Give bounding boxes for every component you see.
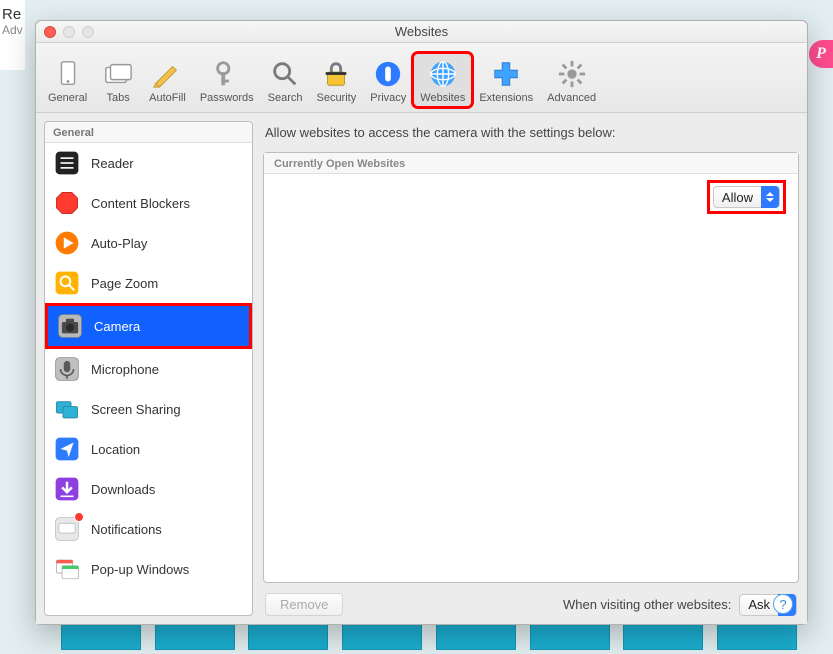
sidebar-item-notifications[interactable]: Notifications bbox=[45, 509, 252, 549]
toolbar-label: Passwords bbox=[200, 92, 254, 104]
location-icon bbox=[53, 435, 81, 463]
sidebar-item-label: Reader bbox=[91, 156, 134, 171]
sidebar-item-popup[interactable]: Pop-up Windows bbox=[45, 549, 252, 589]
toolbar-label: Security bbox=[316, 92, 356, 104]
advanced-icon bbox=[556, 58, 588, 90]
sidebar-item-downloads[interactable]: Downloads bbox=[45, 469, 252, 509]
toolbar-label: Advanced bbox=[547, 92, 596, 104]
toolbar-label: Search bbox=[268, 92, 303, 104]
sidebar-item-label: Screen Sharing bbox=[91, 402, 181, 417]
sidebar-item-label: Content Blockers bbox=[91, 196, 190, 211]
sidebar-item-label: Downloads bbox=[91, 482, 155, 497]
footer-label: When visiting other websites: bbox=[563, 597, 731, 612]
website-row-select-value: Allow bbox=[714, 190, 761, 205]
toolbar-label: Tabs bbox=[107, 92, 130, 104]
privacy-icon bbox=[372, 58, 404, 90]
notifications-icon bbox=[53, 515, 81, 543]
sidebar-item-reader[interactable]: Reader bbox=[45, 143, 252, 183]
sidebar-item-label: Pop-up Windows bbox=[91, 562, 189, 577]
bg-text-2: Adv bbox=[2, 23, 23, 37]
sidebar-item-screen-sharing[interactable]: Screen Sharing bbox=[45, 389, 252, 429]
sidebar-header: General bbox=[45, 122, 252, 143]
row-select-highlight: Allow bbox=[707, 180, 786, 214]
website-row-select[interactable]: Allow bbox=[713, 186, 780, 208]
reader-icon bbox=[53, 149, 81, 177]
sidebar-item-content-blockers[interactable]: Content Blockers bbox=[45, 183, 252, 223]
toolbar-label: Extensions bbox=[479, 92, 533, 104]
tabs-icon bbox=[102, 58, 134, 90]
toolbar-label: Websites bbox=[420, 92, 465, 104]
toolbar-general[interactable]: General bbox=[42, 54, 93, 106]
extensions-icon bbox=[490, 58, 522, 90]
autoplay-icon bbox=[53, 229, 81, 257]
passwords-icon bbox=[211, 58, 243, 90]
popup-icon bbox=[53, 555, 81, 583]
toolbar-advanced[interactable]: Advanced bbox=[541, 54, 602, 106]
toolbar-tabs[interactable]: Tabs bbox=[95, 54, 141, 106]
websites-list: Currently Open Websites Allow bbox=[263, 152, 799, 583]
toolbar-label: General bbox=[48, 92, 87, 104]
sidebar-item-microphone[interactable]: Microphone bbox=[45, 349, 252, 389]
sidebar-item-camera[interactable]: Camera bbox=[45, 303, 252, 349]
sidebar-item-location[interactable]: Location bbox=[45, 429, 252, 469]
toolbar-privacy[interactable]: Privacy bbox=[364, 54, 412, 106]
toolbar-websites[interactable]: Websites bbox=[414, 54, 471, 106]
titlebar: Websites bbox=[36, 21, 807, 43]
toolbar: General Tabs AutoFill Passwords Search Securi… bbox=[36, 43, 807, 113]
remove-button[interactable]: Remove bbox=[265, 593, 343, 616]
autofill-icon bbox=[151, 58, 183, 90]
window-title: Websites bbox=[36, 24, 807, 39]
sidebar-item-label: Microphone bbox=[91, 362, 159, 377]
general-icon bbox=[52, 58, 84, 90]
toolbar-passwords[interactable]: Passwords bbox=[194, 54, 260, 106]
bg-text-1: Re bbox=[2, 6, 23, 23]
badge-dot bbox=[74, 512, 84, 522]
blockers-icon bbox=[53, 189, 81, 217]
toolbar-extensions[interactable]: Extensions bbox=[473, 54, 539, 106]
sidebar-item-label: Camera bbox=[94, 319, 140, 334]
sidebar-item-label: Page Zoom bbox=[91, 276, 158, 291]
camera-icon bbox=[56, 312, 84, 340]
sidebar: General Reader Content Blockers Auto-Play P… bbox=[44, 121, 253, 616]
toolbar-security[interactable]: Security bbox=[310, 54, 362, 106]
pagezoom-icon bbox=[53, 269, 81, 297]
sidebar-item-page-zoom[interactable]: Page Zoom bbox=[45, 263, 252, 303]
toolbar-label: Privacy bbox=[370, 92, 406, 104]
sidebar-item-label: Notifications bbox=[91, 522, 162, 537]
sidebar-item-label: Location bbox=[91, 442, 140, 457]
search-icon bbox=[269, 58, 301, 90]
microphone-icon bbox=[53, 355, 81, 383]
help-button[interactable]: ? bbox=[773, 594, 793, 614]
chevron-updown-icon bbox=[761, 186, 779, 208]
screenshare-icon bbox=[53, 395, 81, 423]
sidebar-item-label: Auto-Play bbox=[91, 236, 147, 251]
websites-icon bbox=[427, 58, 459, 90]
toolbar-label: AutoFill bbox=[149, 92, 186, 104]
sidebar-item-autoplay[interactable]: Auto-Play bbox=[45, 223, 252, 263]
pinterest-badge[interactable]: P bbox=[809, 40, 833, 68]
website-row[interactable]: Allow bbox=[264, 184, 790, 210]
toolbar-search[interactable]: Search bbox=[262, 54, 309, 106]
main-panel: Allow websites to access the camera with… bbox=[263, 121, 799, 616]
security-icon bbox=[320, 58, 352, 90]
toolbar-autofill[interactable]: AutoFill bbox=[143, 54, 192, 106]
preferences-window: Websites General Tabs AutoFill Passwords Sea… bbox=[35, 20, 808, 625]
list-header: Currently Open Websites bbox=[264, 153, 798, 174]
main-heading: Allow websites to access the camera with… bbox=[263, 121, 799, 144]
downloads-icon bbox=[53, 475, 81, 503]
